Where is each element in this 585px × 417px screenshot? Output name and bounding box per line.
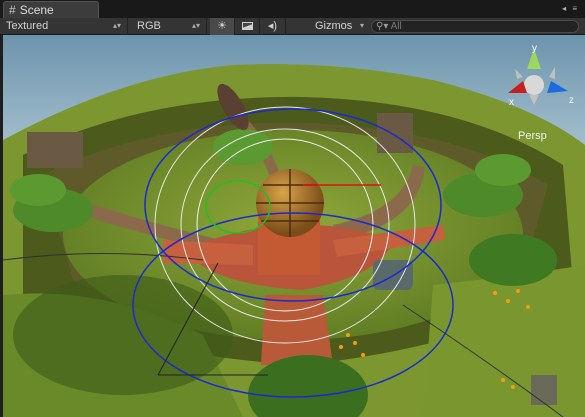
speaker-icon: ◂) [267,20,278,32]
render-mode-dropdown[interactable]: Textured ▴▾ [0,18,128,35]
tree-shadow [13,275,233,395]
search-icon: ⚲▾ [376,21,389,32]
dropdown-arrows-icon: ▴▾ [112,21,121,30]
axis-x-label: x [509,97,514,108]
tree [475,154,531,186]
watchtower-corner [531,375,557,405]
axis-z-label: z [569,95,574,106]
tree [213,129,273,165]
south-walkway [261,295,333,365]
scene-audio-button[interactable]: ◂) [260,18,286,35]
render-mode-label: Textured [6,20,49,32]
scene-render [3,35,585,417]
search-input[interactable]: ⚲▾ All [371,20,579,33]
tab-label: Scene [19,3,54,17]
gizmos-dropdown[interactable]: Gizmos ▾ [309,18,367,35]
scene-overlay-button[interactable] [235,18,260,35]
tab-scene[interactable]: # Scene [3,1,99,18]
tab-bar: # Scene ◂ ≡ [0,0,585,18]
projection-label[interactable]: Persp [518,130,547,142]
tree [10,174,66,206]
grid-icon: # [9,3,16,17]
channel-label: RGB [137,20,161,32]
search-placeholder: All [390,21,402,32]
gizmos-label: Gizmos [315,20,353,32]
dropdown-arrows-icon: ▴▾ [191,21,200,30]
image-icon [241,22,253,30]
window-menu-icon[interactable]: ◂ ≡ [562,4,579,13]
scene-lighting-button[interactable]: ☀ [210,18,235,35]
watchtower-left [27,132,83,168]
axis-y-label: y [532,43,537,54]
scene-viewport[interactable]: y x z Persp [3,35,585,417]
tree [469,234,557,286]
sun-icon: ☀ [217,20,227,32]
scene-toolbar: Textured ▴▾ RGB ▴▾ ☀ ◂) Gizmos ▾ ⚲▾ All [0,18,585,35]
channel-dropdown[interactable]: RGB ▴▾ [131,18,207,35]
foreground-grass-right [423,265,585,417]
chevron-down-icon: ▾ [359,21,364,30]
